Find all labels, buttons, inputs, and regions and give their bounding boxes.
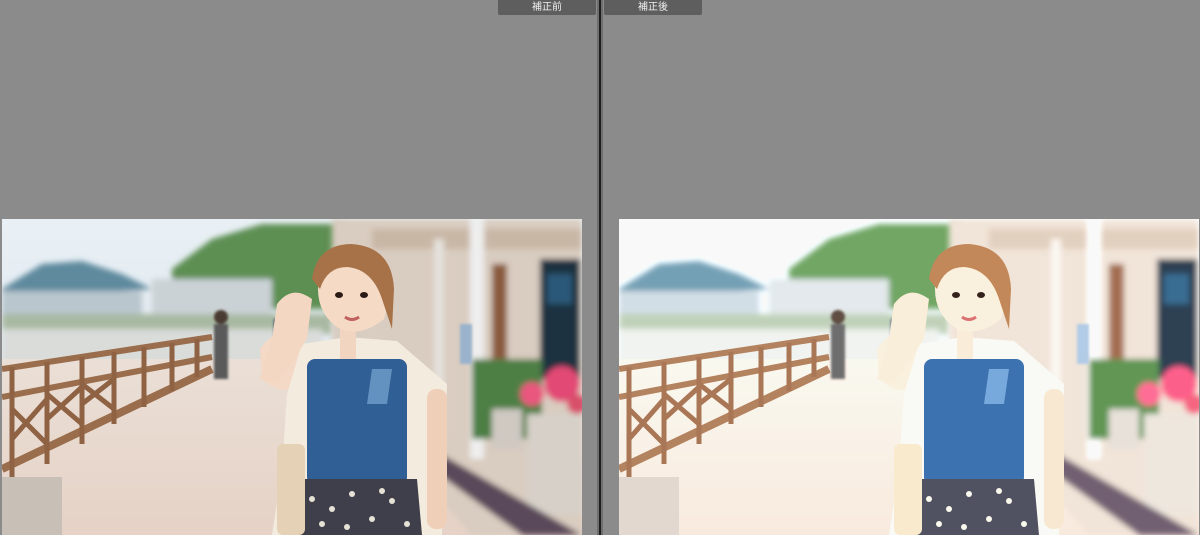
split-divider-line	[599, 0, 601, 535]
before-photo[interactable]	[2, 219, 582, 535]
photo-illustration	[2, 219, 582, 535]
before-label: 補正前	[498, 0, 596, 15]
photo-illustration	[619, 219, 1199, 535]
after-photo[interactable]	[619, 219, 1199, 535]
after-pane[interactable]: 補正後	[603, 0, 1200, 535]
before-pane[interactable]: 補正前	[0, 0, 597, 535]
after-label: 補正後	[604, 0, 702, 15]
